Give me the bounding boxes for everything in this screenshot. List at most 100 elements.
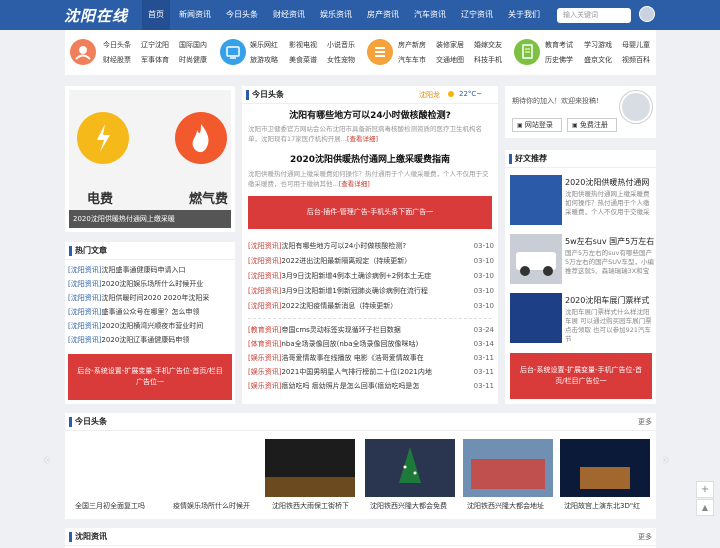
register-button[interactable]: ▣ 免费注册 bbox=[567, 118, 617, 132]
category-link[interactable]: 时尚健康 bbox=[179, 55, 207, 65]
category-link[interactable]: 辽宁沈阳 bbox=[141, 40, 169, 50]
category-link[interactable]: 女性宠物 bbox=[327, 55, 355, 65]
list-item[interactable]: [娱乐资讯]2021中国男明星人气排行榜前二十位(2021内地 bbox=[248, 366, 463, 378]
recommend-thumb[interactable] bbox=[510, 293, 562, 343]
more-link[interactable]: 更多 bbox=[638, 532, 652, 542]
recommend-title-1[interactable]: 2020沈阳供暖热付通网 bbox=[565, 177, 654, 188]
list-item[interactable]: [沈阳资讯]2020沈阳横湾兴顺夜市营业时间 bbox=[68, 320, 203, 332]
weather-city: 沈阳 bbox=[419, 91, 433, 99]
list-item[interactable]: [沈阳资讯]2020沈阳辽事通健康码申领 bbox=[68, 334, 189, 346]
list-item[interactable]: [沈阳资讯]沈阳有哪些地方可以24小时做核酸检测? bbox=[248, 240, 463, 252]
category-link[interactable]: 视频百科 bbox=[622, 55, 650, 65]
banner-caption[interactable]: 2020沈阳供暖热付通网上缴采暖 bbox=[69, 210, 231, 228]
list-item[interactable]: [沈阳资讯]2020沈阳娱乐场所什么时候开业 bbox=[68, 278, 203, 290]
qr-code-image[interactable] bbox=[79, 439, 151, 497]
bulb-icon bbox=[77, 112, 129, 164]
banner-image: 电费 燃气费 2020沈阳供暖热付通网上缴采暖 bbox=[69, 90, 231, 228]
nav-item-auto[interactable]: 汽车资讯 bbox=[408, 0, 452, 30]
list-item[interactable]: [教育资讯]帝国cms灵动标签实现循环子栏目数据 bbox=[248, 324, 463, 336]
headline-1[interactable]: 沈阳有哪些地方可以24小时做核酸检测? bbox=[242, 108, 498, 121]
login-button[interactable]: ▣ 网站登录 bbox=[512, 118, 562, 132]
bottom-caption[interactable]: 沈阳故宫上演东北3D"红 bbox=[564, 501, 654, 511]
category-link[interactable]: 教育考试 bbox=[545, 40, 573, 50]
bottom-caption[interactable]: 全国三月初全面复工吗 bbox=[75, 501, 165, 511]
list-item[interactable]: [沈阳资讯]3月9日沈阳新增1例新冠肺炎确诊病例在流行程 bbox=[248, 285, 463, 297]
list-item[interactable]: [娱乐资讯]浩哥爱情故事在线播放 电影《浩哥爱情故事在 bbox=[248, 352, 463, 364]
bottom-caption[interactable]: 沈阳铁西兴隆大都会免费 bbox=[370, 501, 460, 511]
category-link[interactable]: 娱乐网红 bbox=[250, 40, 278, 50]
news-list-1: [沈阳资讯]沈阳有哪些地方可以24小时做核酸检测? 03-10 [沈阳资讯]202… bbox=[248, 240, 494, 315]
search-input[interactable]: 输入关键词 bbox=[557, 8, 631, 23]
list-item[interactable]: [沈阳资讯]3月9日沈阳新增4例本土确诊病例+2例本土无症 bbox=[248, 270, 463, 282]
bottom-caption[interactable]: 沈阳铁西大雨保工街桥下 bbox=[272, 501, 362, 511]
category-link[interactable]: 影视电视 bbox=[289, 40, 317, 50]
recommend-thumb[interactable] bbox=[510, 234, 562, 284]
welcome-text: 期待你的加入！欢迎来投稿! bbox=[512, 97, 599, 105]
date-label: 03-11 bbox=[473, 354, 494, 362]
category-link[interactable]: 母婴儿童 bbox=[622, 40, 650, 50]
news-photo[interactable] bbox=[560, 439, 650, 497]
category-link[interactable]: 汽车车市 bbox=[398, 55, 426, 65]
carousel-next-arrow-icon[interactable]: › bbox=[663, 452, 669, 468]
recommend-text-3: 沈阳车展门票样式什么样沈阳车展 可以通过购买园车展门票点击领取 也可以参加921… bbox=[565, 308, 652, 343]
category-link[interactable]: 盛京文化 bbox=[584, 55, 612, 65]
bottom-caption[interactable]: 疫情娱乐场所什么时候开 bbox=[173, 501, 263, 511]
nav-item-home[interactable]: 首页 bbox=[142, 0, 170, 30]
plus-icon[interactable]: + bbox=[696, 481, 714, 498]
category-link[interactable]: 军事体育 bbox=[141, 55, 169, 65]
nav-item-headlines[interactable]: 今日头条 bbox=[220, 0, 264, 30]
category-bar: 今日头条 辽宁沈阳 国际国内 财经股票 军事体育 时尚健康 娱乐网红 影视电视 … bbox=[65, 30, 656, 75]
category-link[interactable]: 婚嫁交友 bbox=[474, 40, 502, 50]
news-photo[interactable] bbox=[463, 439, 553, 497]
category-link[interactable]: 旅游攻略 bbox=[250, 55, 278, 65]
nav-item-finance[interactable]: 财经资讯 bbox=[267, 0, 311, 30]
category-link[interactable]: 房产新房 bbox=[398, 40, 426, 50]
recommend-title-3[interactable]: 2020沈阳车展门票样式 bbox=[565, 295, 654, 306]
category-link[interactable]: 财经股票 bbox=[103, 55, 131, 65]
ad-slot-right[interactable]: 后台-系统设置-扩展变量-手机广告位-首页/栏目广告位一 bbox=[510, 353, 652, 399]
back-to-top-icon[interactable]: ▲ bbox=[696, 499, 714, 516]
category-link[interactable]: 今日头条 bbox=[103, 40, 131, 50]
carousel-prev-arrow-icon[interactable]: ‹ bbox=[44, 452, 50, 468]
hot-articles-title: 热门文章 bbox=[75, 246, 107, 255]
category-link[interactable]: 交通地图 bbox=[436, 55, 464, 65]
shenyang-news-title: 沈阳资讯 bbox=[75, 532, 107, 541]
date-label: 03-24 bbox=[473, 326, 494, 334]
list-item[interactable]: [沈阳资讯]沈阳供暖时间2020 2020年沈阳采 bbox=[68, 292, 209, 304]
category-link[interactable]: 小说音乐 bbox=[327, 40, 355, 50]
list-item[interactable]: [体育资讯]nba全场录像回放(nba全场录像回放像咪咕) bbox=[248, 338, 463, 350]
more-link[interactable]: 更多 bbox=[638, 417, 652, 427]
list-item[interactable]: [沈阳资讯]2022沈阳疫情最新消息（持续更新） bbox=[248, 300, 463, 312]
category-link[interactable]: 装修家居 bbox=[436, 40, 464, 50]
read-more-link[interactable]: [查看详细] bbox=[339, 180, 370, 188]
nav-item-news[interactable]: 新闻资讯 bbox=[173, 0, 217, 30]
nav-item-realestate[interactable]: 房产资讯 bbox=[361, 0, 405, 30]
news-photo[interactable] bbox=[365, 439, 455, 497]
shenyang-news-panel: 沈阳资讯 更多 bbox=[65, 528, 656, 548]
recommend-title-2[interactable]: 5w左右suv 国产5万左右 bbox=[565, 236, 654, 247]
nav-item-about[interactable]: 关于我们 bbox=[502, 0, 546, 30]
recommend-thumb[interactable] bbox=[510, 175, 562, 225]
list-item[interactable]: [沈阳资讯]2022进出沈阳最新隔离规定（持续更新） bbox=[248, 255, 463, 267]
category-link[interactable]: 美食菜谱 bbox=[289, 55, 317, 65]
category-link[interactable]: 历史佛学 bbox=[545, 55, 573, 65]
ad-slot-center[interactable]: 后台-插件-管理广告-手机头条下面广告一 bbox=[248, 196, 492, 229]
site-logo[interactable]: 沈阳在线 bbox=[64, 5, 128, 26]
user-avatar-icon[interactable] bbox=[639, 6, 655, 22]
category-link[interactable]: 学习游戏 bbox=[584, 40, 612, 50]
category-link[interactable]: 科技手机 bbox=[474, 55, 502, 65]
news-photo[interactable] bbox=[265, 439, 355, 497]
list-item[interactable]: [沈阳资讯]沈阳盛事通健康码申请入口 bbox=[68, 264, 185, 276]
banner-carousel[interactable]: 电费 燃气费 2020沈阳供暖热付通网上缴采暖 bbox=[65, 86, 235, 232]
user-circle-icon bbox=[70, 39, 96, 65]
read-more-link[interactable]: [查看详细] bbox=[347, 135, 378, 143]
list-item[interactable]: [娱乐资讯]瘩幼吃吗 瘩幼照片是怎么回事(瘩幼吃吗是怎 bbox=[248, 380, 463, 392]
nav-item-entertainment[interactable]: 娱乐资讯 bbox=[314, 0, 358, 30]
ad-slot-left[interactable]: 后台-系统设置-扩展变量-手机广告位-首页/栏目广告位一 bbox=[68, 354, 232, 400]
bottom-caption[interactable]: 沈阳铁西兴隆大都会地址 bbox=[467, 501, 557, 511]
category-link[interactable]: 国际国内 bbox=[179, 40, 207, 50]
nav-item-liaoning[interactable]: 辽宁资讯 bbox=[455, 0, 499, 30]
list-item[interactable]: [沈阳资讯]盛事通公众号在哪里？怎么申领 bbox=[68, 306, 199, 318]
headline-2[interactable]: 2020沈阳供暖热付通网上缴采暖费指南 bbox=[242, 152, 498, 165]
qr-code-image[interactable] bbox=[178, 439, 250, 497]
